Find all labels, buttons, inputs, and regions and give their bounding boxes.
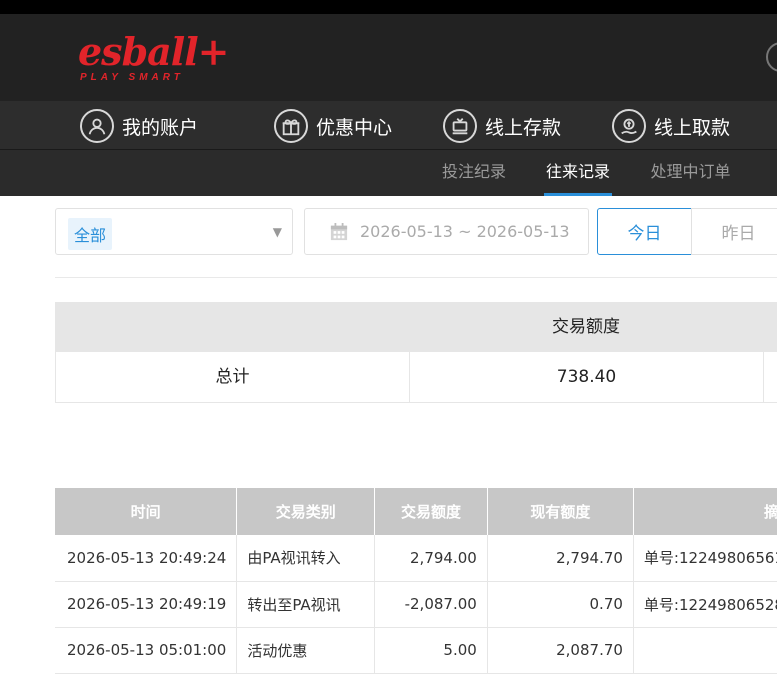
cell-type: 由PA视讯转入 [236,535,376,582]
cell-balance: 2,087.70 [487,627,634,674]
summary-row: 总计 738.40 [55,352,777,403]
summary-table: 交易额度 总计 738.40 [55,302,777,403]
withdraw-icon [612,109,646,143]
header-user-icon[interactable] [766,42,777,72]
today-button[interactable]: 今日 [597,208,692,255]
cell-time: 2026-05-13 20:49:19 [55,581,238,628]
cell-amount: 2,794.00 [374,535,488,582]
site-header: esball+ PLAY SMART [0,14,777,101]
cell-summary: 单号:12249806528 [633,581,777,628]
cell-type: 转出至PA视讯 [236,581,376,628]
tab-bet-records[interactable]: 投注纪录 [440,150,508,196]
user-icon [80,109,114,143]
transactions-table: 时间 交易类别 交易额度 现有额度 摘要 2026-05-13 20:49:24… [55,488,777,674]
nav-label-deposit: 线上存款 [485,116,562,139]
gift-icon [274,109,308,143]
nav-item-account[interactable]: 我的账户 [80,109,198,143]
summary-header-label: 交易额度 [552,317,620,337]
summary-total-label: 总计 [56,352,410,402]
col-amount: 交易额度 [374,488,488,535]
nav-item-deposit[interactable]: 线上存款 [443,109,561,143]
divider [55,277,777,278]
cell-balance: 2,794.70 [487,535,634,582]
cell-time: 2026-05-13 20:49:24 [55,535,238,582]
yesterday-button[interactable]: 昨日 [691,208,777,255]
deposit-icon [443,109,477,143]
calendar-icon [330,222,348,240]
cell-summary: 单号:12249806561 [633,535,777,582]
table-row[interactable]: 2026-05-13 05:01:00 活动优惠 5.00 2,087.70 [55,627,777,674]
esball-logo[interactable]: esball+ PLAY SMART [78,29,229,84]
main-nav: 我的账户 优惠中心 线上存款 线上取款 [0,101,777,150]
col-balance: 现有额度 [487,488,634,535]
nav-item-promotions[interactable]: 优惠中心 [274,109,392,143]
type-select-value: 全部 [68,218,113,250]
cell-time: 2026-05-13 05:01:00 [55,627,238,674]
tab-transactions[interactable]: 往来记录 [544,150,612,196]
cell-type: 活动优惠 [236,627,376,674]
type-select[interactable]: 全部 ▼ [55,208,293,255]
summary-header: 交易额度 [55,302,777,352]
col-summary: 摘要 [633,488,777,535]
nav-label-promotions: 优惠中心 [316,116,393,139]
date-range-value: 2026-05-13 ~ 2026-05-13 [360,222,570,241]
cell-balance: 0.70 [487,581,634,628]
col-time: 时间 [55,488,238,535]
tab-pending-orders[interactable]: 处理中订单 [648,150,733,196]
chevron-down-icon: ▼ [272,225,282,239]
nav-item-withdraw[interactable]: 线上取款 [612,109,730,143]
cell-amount: 5.00 [374,627,488,674]
logo-text: esball+ [78,29,229,74]
nav-label-account: 我的账户 [122,116,199,139]
date-range-input[interactable]: 2026-05-13 ~ 2026-05-13 [304,208,589,255]
table-row[interactable]: 2026-05-13 20:49:24 由PA视讯转入 2,794.00 2,7… [55,535,777,582]
table-header-row: 时间 交易类别 交易额度 现有额度 摘要 [55,488,777,535]
summary-total-value: 738.40 [410,352,764,402]
cell-summary [633,627,777,674]
cell-amount: -2,087.00 [374,581,488,628]
top-strip [0,0,777,14]
nav-label-withdraw: 线上取款 [654,116,731,139]
sub-nav: 投注纪录 往来记录 处理中订单 [0,150,777,196]
table-row[interactable]: 2026-05-13 20:49:19 转出至PA视讯 -2,087.00 0.… [55,581,777,628]
col-type: 交易类别 [236,488,376,535]
